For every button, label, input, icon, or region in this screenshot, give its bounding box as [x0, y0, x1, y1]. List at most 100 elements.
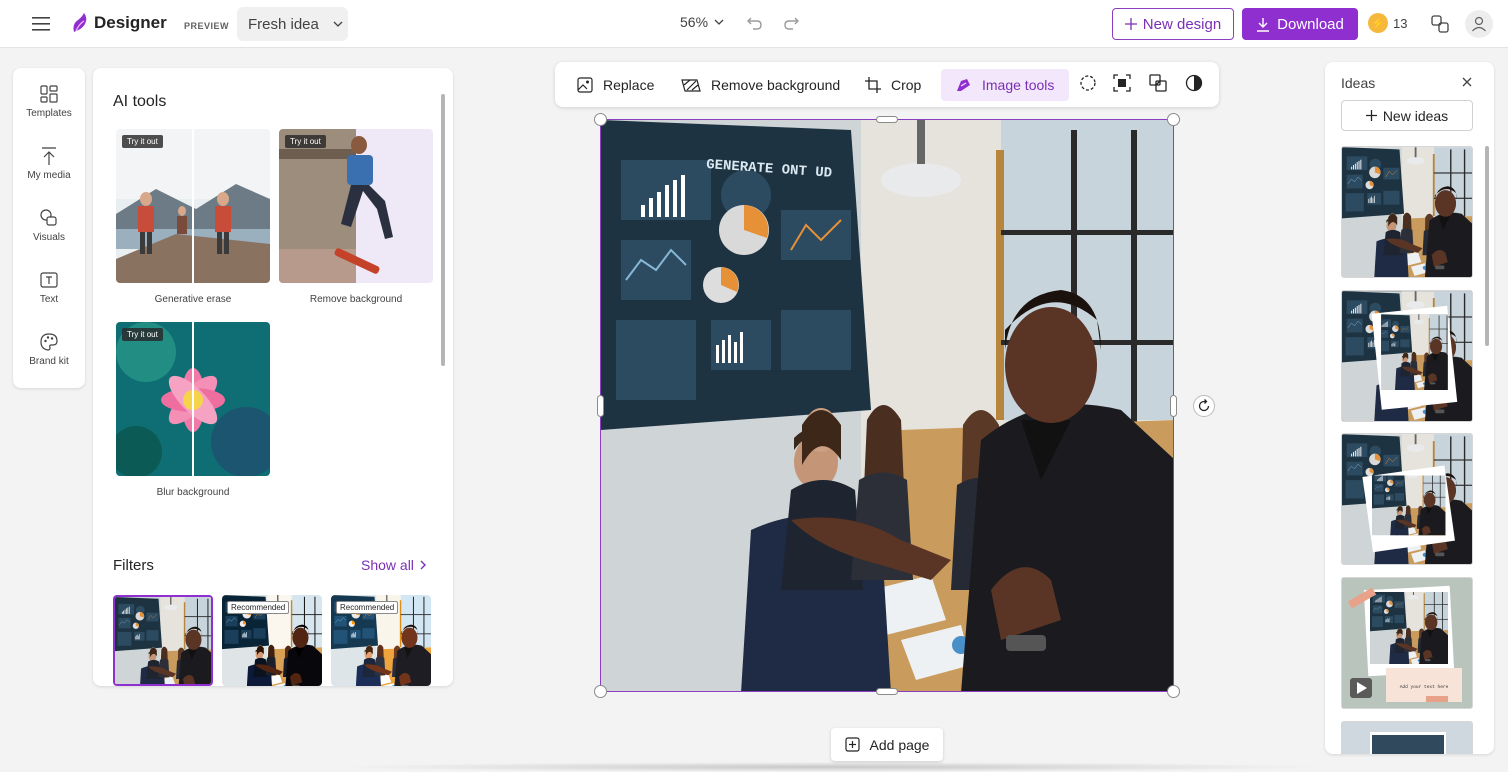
resize-handle-top-left[interactable]: [594, 113, 607, 126]
auto-crop-icon[interactable]: [1113, 74, 1131, 92]
nav-item-brand-kit[interactable]: Brand kit: [13, 328, 85, 382]
zoom-dropdown[interactable]: 56%: [680, 14, 724, 30]
remove-background-icon: [681, 79, 701, 92]
replace-button[interactable]: Replace: [567, 69, 664, 101]
image-replace-icon: [577, 77, 593, 93]
idea-thumb-2[interactable]: [1341, 290, 1473, 422]
idea-preview: [1342, 147, 1473, 278]
app-logo[interactable]: Designer: [70, 12, 167, 34]
nav-item-visuals[interactable]: Visuals: [13, 204, 85, 258]
idea-thumb-5[interactable]: [1341, 721, 1473, 754]
try-it-out-badge: Try it out: [122, 135, 163, 148]
plus-icon: [1124, 18, 1137, 30]
download-label: Download: [1277, 15, 1344, 33]
ai-tools-title: AI tools: [113, 93, 167, 110]
image-tools-button[interactable]: Image tools: [941, 69, 1069, 101]
chevron-right-icon: [420, 560, 426, 570]
boost-count: 13: [1393, 15, 1408, 31]
idea-preview: [1342, 291, 1473, 422]
canvas-image[interactable]: GENERATE ONT UD: [600, 119, 1174, 692]
menu-icon[interactable]: [28, 12, 54, 36]
nav-item-my-media[interactable]: My media: [13, 142, 85, 196]
app-name: Designer: [94, 13, 167, 32]
resize-handle-bottom-right[interactable]: [1167, 685, 1180, 698]
filter-thumb-recommended-1[interactable]: Recommended: [222, 595, 322, 686]
meeting-photo: GENERATE ONT UD: [601, 120, 1174, 692]
plus-icon: [1365, 110, 1377, 121]
adjust-contrast-icon[interactable]: [1185, 74, 1203, 92]
new-design-button[interactable]: New design: [1112, 8, 1234, 40]
nav-label-brand-kit: Brand kit: [29, 356, 69, 367]
replace-label: Replace: [603, 77, 655, 93]
tool-remove-background[interactable]: Try it out: [279, 129, 433, 283]
canvas-floor-shadow: [330, 762, 1330, 772]
ai-tools-panel: AI tools Try it out Generative erase Try…: [93, 68, 453, 686]
idea-preview: Add your text here: [1342, 578, 1472, 708]
tool-label-blur-background: Blur background: [156, 487, 230, 498]
tool-label-remove-background: Remove background: [309, 294, 403, 305]
text-icon: [40, 272, 58, 288]
filters-title: Filters: [113, 557, 154, 574]
ideas-panel-scrollbar[interactable]: [1485, 146, 1489, 346]
new-ideas-label: New ideas: [1382, 107, 1449, 124]
designer-logo-icon: [73, 13, 87, 32]
idea-preview: [1342, 722, 1472, 754]
resize-handle-left[interactable]: [597, 395, 604, 417]
ai-panel-scrollbar[interactable]: [441, 94, 445, 366]
shapes-icon: [40, 209, 57, 226]
new-ideas-button[interactable]: New ideas: [1341, 100, 1473, 131]
nav-label-templates: Templates: [26, 108, 72, 119]
filter-thumb-recommended-2[interactable]: Recommended: [331, 595, 431, 686]
redo-icon[interactable]: [782, 14, 800, 32]
download-button[interactable]: Download: [1242, 8, 1358, 40]
left-nav: Templates My media Visuals Text Brand ki…: [13, 68, 85, 388]
add-page-icon: [844, 737, 860, 752]
comparison-divider: [192, 129, 194, 283]
new-design-label: New design: [1142, 15, 1222, 33]
show-all-label: Show all: [361, 557, 414, 573]
boosts-counter[interactable]: ⚡ 13: [1368, 13, 1407, 33]
resize-handle-top[interactable]: [876, 116, 898, 123]
nav-item-templates[interactable]: Templates: [13, 80, 85, 134]
crop-button[interactable]: Crop: [855, 69, 931, 101]
share-icon[interactable]: [1430, 14, 1450, 34]
top-bar: Designer PREVIEW Fresh idea 56% New desi…: [0, 0, 1508, 48]
idea-thumb-1[interactable]: [1341, 146, 1473, 278]
idea-card-text: Add your text here: [1400, 684, 1449, 690]
try-it-out-badge: Try it out: [285, 135, 326, 148]
filter-preview: [115, 597, 213, 686]
nav-label-text: Text: [39, 294, 59, 305]
close-icon[interactable]: [1462, 77, 1472, 87]
resize-handle-right[interactable]: [1170, 395, 1177, 417]
idea-thumb-4[interactable]: Add your text here: [1341, 577, 1473, 709]
image-toolbar: Replace Remove background Crop Image too…: [555, 62, 1219, 107]
resize-handle-bottom-left[interactable]: [594, 685, 607, 698]
person-icon: [1472, 16, 1486, 32]
design-name: Fresh idea: [248, 15, 319, 33]
remove-background-button[interactable]: Remove background: [671, 69, 850, 101]
add-page-label: Add page: [869, 736, 930, 753]
resize-handle-top-right[interactable]: [1167, 113, 1180, 126]
boost-coin-icon: ⚡: [1368, 13, 1388, 33]
download-icon: [1257, 17, 1270, 32]
design-name-dropdown[interactable]: Fresh idea: [237, 7, 348, 41]
comparison-divider: [192, 322, 194, 476]
layers-icon[interactable]: [1149, 74, 1167, 92]
upload-icon: [42, 147, 56, 165]
profile-avatar[interactable]: [1465, 10, 1493, 38]
show-all-link[interactable]: Show all: [361, 557, 426, 573]
resize-handle-bottom[interactable]: [876, 688, 898, 695]
magic-brush-icon: [957, 79, 970, 91]
try-it-out-badge: Try it out: [122, 328, 163, 341]
idea-thumb-3[interactable]: [1341, 433, 1473, 565]
nav-item-text[interactable]: Text: [13, 266, 85, 320]
undo-icon[interactable]: [746, 14, 764, 32]
tool-generative-erase[interactable]: Try it out: [116, 129, 270, 283]
remove-background-preview: [279, 129, 433, 283]
rotate-handle[interactable]: [1193, 395, 1215, 417]
filter-thumb-original[interactable]: [113, 595, 213, 686]
crop-icon: [865, 77, 881, 93]
tool-blur-background[interactable]: Try it out: [116, 322, 270, 476]
add-page-button[interactable]: Add page: [831, 728, 943, 761]
lasso-select-icon[interactable]: [1079, 74, 1097, 92]
